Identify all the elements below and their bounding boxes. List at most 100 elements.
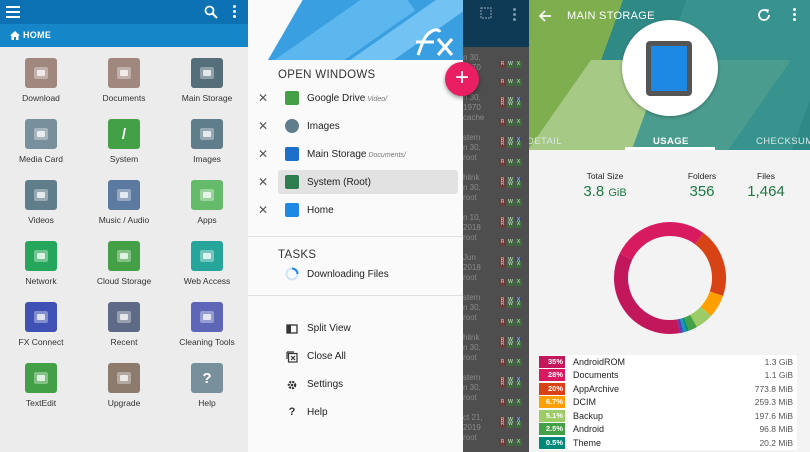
legend-size: 1.3 GiB: [764, 356, 793, 367]
grid-item-media-card[interactable]: Media Card: [0, 119, 82, 179]
legend-row-androidrom[interactable]: 35% AndroidROM 1.3 GiB: [539, 355, 797, 369]
breadcrumb-home[interactable]: Home: [10, 30, 51, 40]
grid-item-help[interactable]: ? Help: [166, 363, 248, 423]
cloud-storage-icon: [108, 241, 140, 271]
open-window-item[interactable]: Main Storage Documents/: [248, 142, 458, 166]
active-tab-indicator: [625, 147, 715, 150]
grid-item-documents[interactable]: Documents: [83, 58, 165, 118]
grid-item-main-storage[interactable]: Main Storage: [166, 58, 248, 118]
task-downloading-files[interactable]: Downloading Files: [248, 262, 458, 286]
media-card-icon: [25, 119, 57, 149]
stat-label: Files: [757, 171, 775, 181]
background-row-text: Jun 2018 root: [463, 253, 501, 283]
window-title: Home: [307, 204, 334, 216]
legend-row-documents[interactable]: 28% Documents 1.1 GiB: [539, 369, 797, 383]
menu-item-label: Split View: [307, 322, 351, 334]
background-row-line: hlink: [463, 333, 480, 342]
grid-item-network[interactable]: Network: [0, 241, 82, 301]
grid-item-apps[interactable]: Apps: [166, 180, 248, 240]
legend-percent: 35%: [539, 355, 565, 368]
legend-row-dcim[interactable]: 6.7% DCIM 259.3 MiB: [539, 396, 797, 410]
stat-value: 1,464: [747, 183, 785, 200]
grid-item-system[interactable]: / System: [83, 119, 165, 179]
network-icon: [25, 241, 57, 271]
tab-usage[interactable]: USAGE: [653, 136, 689, 147]
grid-item-label: Music / Audio: [98, 215, 150, 225]
legend-row-android[interactable]: 2.5% Android 96.8 MiB: [539, 423, 797, 437]
storage-usage-screen: Main Storage DETAIL USAGE CHECKSUM Total…: [529, 0, 810, 452]
screen-title: Main Storage: [567, 10, 655, 22]
legend-percent: 0.5%: [539, 436, 565, 449]
refresh-icon[interactable]: [757, 8, 771, 22]
back-arrow-icon[interactable]: [538, 9, 552, 23]
stat-label: Total Size: [586, 171, 624, 181]
main-storage-icon: [191, 58, 223, 88]
progress-spinner-icon: [285, 267, 299, 281]
legend-size: 20.2 MiB: [759, 437, 793, 448]
task-label: Downloading Files: [307, 268, 389, 280]
legend-row-theme[interactable]: 0.5% Theme 20.2 MiB: [539, 436, 797, 450]
apps-icon: [191, 180, 223, 210]
google-drive-icon: [285, 91, 299, 105]
hamburger-menu-icon[interactable]: [6, 6, 20, 18]
upgrade-icon: [108, 363, 140, 393]
tasks-heading: TASKS: [278, 249, 317, 261]
window-subpath: Video/: [367, 95, 388, 103]
open-window-item[interactable]: Google Drive Video/: [248, 86, 458, 110]
legend-percent: 20%: [539, 382, 565, 395]
legend-name: AndroidROM: [573, 356, 626, 367]
documents-icon: [108, 58, 140, 88]
home-icon: [285, 203, 299, 217]
grid-item-images[interactable]: Images: [166, 119, 248, 179]
menu-item-split-view[interactable]: Split View: [286, 319, 351, 337]
background-row-line: n 30,: [463, 143, 481, 152]
grid-item-cloud-storage[interactable]: Cloud Storage: [83, 241, 165, 301]
open-window-item[interactable]: System (Root): [248, 170, 458, 194]
legend-row-apparchive[interactable]: 20% AppArchive 773.8 MiB: [539, 382, 797, 396]
background-row-line: stem: [463, 373, 481, 382]
home-icon: [10, 30, 20, 40]
grid-item-web-access[interactable]: Web Access: [166, 241, 248, 301]
background-row-line: n 30,: [463, 183, 481, 192]
music-audio-icon: [108, 180, 140, 210]
grid-item-upgrade[interactable]: Upgrade: [83, 363, 165, 423]
background-row-line: Jun: [463, 253, 476, 262]
grid-item-fx-connect[interactable]: FX Connect: [0, 302, 82, 362]
grid-item-textedit[interactable]: TextEdit: [0, 363, 82, 423]
menu-item-settings[interactable]: Settings: [286, 375, 343, 393]
stat-value: 3.8: [583, 183, 605, 200]
grid-item-recent[interactable]: Recent: [83, 302, 165, 362]
tab-checksum[interactable]: CHECKSUM: [756, 136, 810, 147]
device-avatar: [622, 20, 718, 116]
navigation-drawer: OPEN WINDOWS ✕ Google Drive Video/✕ Images ✕…: [248, 0, 463, 452]
open-window-item[interactable]: Home: [248, 198, 458, 222]
menu-item-close-all[interactable]: Close All: [286, 347, 346, 365]
overflow-menu-icon[interactable]: [233, 5, 237, 19]
menu-item-help[interactable]: ? Help: [286, 403, 328, 421]
textedit-icon: [25, 363, 57, 393]
grid-item-label: Cloud Storage: [96, 276, 152, 286]
tab-detail[interactable]: DETAIL: [529, 136, 562, 147]
legend-size: 1.1 GiB: [764, 370, 793, 381]
background-overflow-icon: [513, 8, 516, 21]
overflow-menu-icon[interactable]: [793, 8, 797, 22]
legend-row-backup[interactable]: 5.1% Backup 197.6 MiB: [539, 409, 797, 423]
background-row-text: ct 21, 2019 root: [463, 413, 501, 443]
grid-item-videos[interactable]: Videos: [0, 180, 82, 240]
grid-item-download[interactable]: Download: [0, 58, 82, 118]
donut-hole: [628, 236, 712, 320]
system-root-icon: [285, 175, 299, 189]
add-window-button[interactable]: +: [445, 62, 479, 96]
drawer-divider: [248, 295, 463, 296]
grid-item-music-audio[interactable]: Music / Audio: [83, 180, 165, 240]
grid-item-label: FX Connect: [18, 337, 64, 347]
background-row-line: cache: [463, 113, 485, 122]
grid-item-cleaning-tools[interactable]: Cleaning Tools: [166, 302, 248, 362]
open-window-item[interactable]: Images: [248, 114, 458, 138]
stat-label: Folders: [687, 171, 717, 181]
stat-value: 356: [689, 183, 715, 200]
search-icon[interactable]: [204, 5, 218, 19]
help-icon: ?: [191, 363, 223, 393]
background-row-line: root: [463, 353, 477, 362]
open-windows-heading: OPEN WINDOWS: [278, 69, 376, 81]
